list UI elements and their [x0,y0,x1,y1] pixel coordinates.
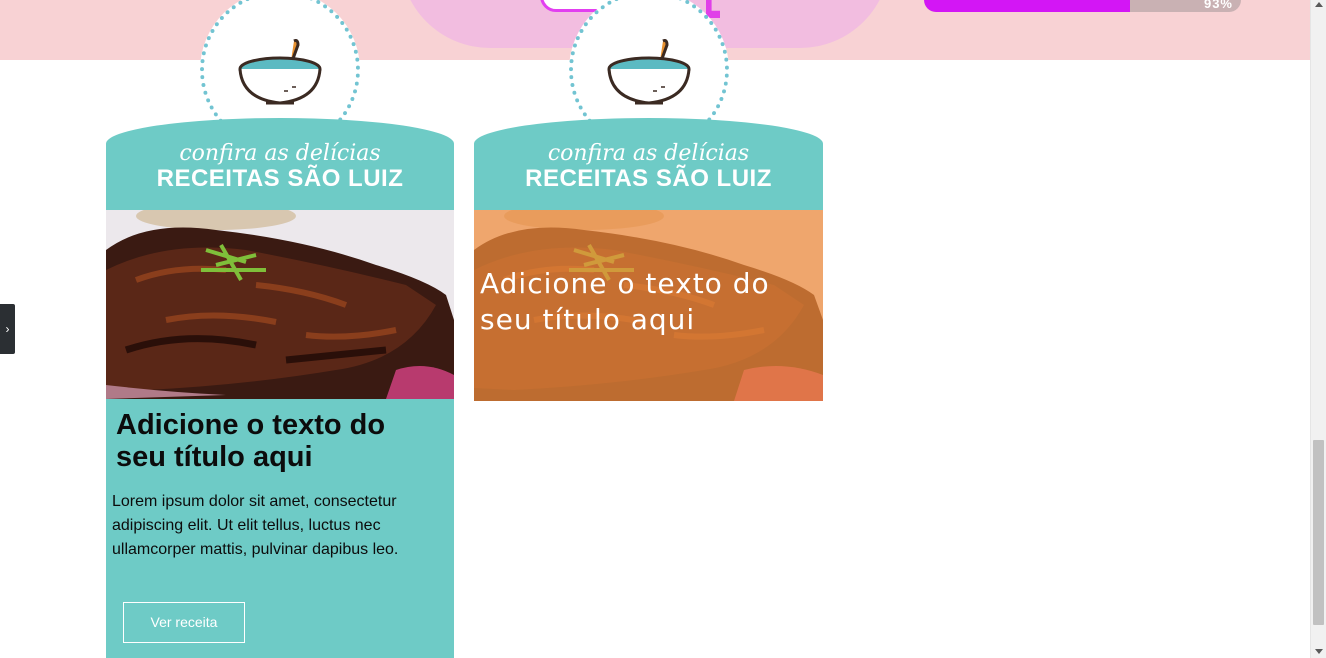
progress-bar: 93% [924,0,1241,12]
scroll-down-arrow-icon[interactable] [1315,649,1323,654]
scroll-up-arrow-icon[interactable] [1315,2,1323,7]
card-title: Adicione o texto do seu título aqui [116,409,386,473]
recipe-card-header: confira as delícias RECEITAS SÃO LUIZ [106,118,454,210]
soup-bowl-icon [238,39,322,105]
recipe-card-header: confira as delícias RECEITAS SÃO LUIZ [474,118,823,210]
progress-bar-fill [924,0,1131,12]
sidebar-toggle-button[interactable]: › [0,304,15,354]
chevron-right-icon: › [5,322,10,336]
header-script-text: confira as delícias [179,141,381,166]
glazed-ribs-photo [106,210,454,399]
soup-bowl-icon [607,39,691,105]
card-description: Lorem ipsum dolor sit amet, consectetur … [112,493,399,558]
overlay-title: Adicione o texto do seu título aqui [480,267,770,336]
header-script-text: confira as delícias [547,141,750,166]
recipe-photo-overlay[interactable]: Adicione o texto do seu título aqui [474,210,823,401]
header-brand-text: RECEITAS SÃO LUIZ [525,165,772,192]
page-scrollbar[interactable] [1310,0,1326,658]
recipe-card-body: Adicione o texto do seu título aqui Lore… [106,399,454,658]
scrollbar-thumb[interactable] [1313,440,1324,625]
progress-label: 93% [1203,0,1233,11]
header-brand-text: RECEITAS SÃO LUIZ [156,165,404,192]
ver-receita-button[interactable]: Ver receita [123,602,245,643]
recipe-photo [106,210,454,399]
